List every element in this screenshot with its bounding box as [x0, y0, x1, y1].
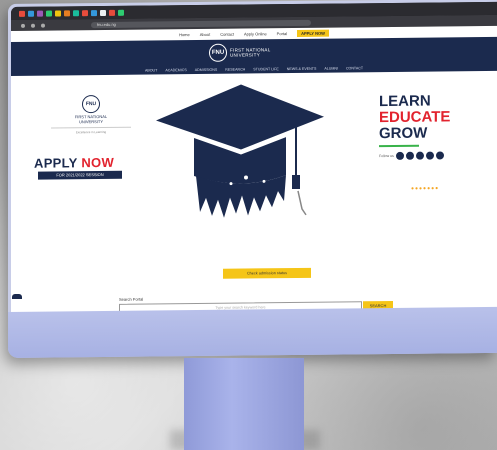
carousel-dots[interactable]: ●●●●●●●	[411, 185, 439, 191]
hero-logo-tagline: Excellence in Learning	[51, 126, 131, 135]
tab-favicon[interactable]	[64, 9, 70, 16]
header-logo[interactable]: FNU FIRST NATIONAL UNIVERSITY	[209, 43, 271, 62]
linkedin-icon[interactable]	[425, 151, 434, 160]
apply-word: APPLY	[34, 155, 78, 171]
apply-now-heading: APPLY NOW	[34, 155, 114, 171]
logo-name-line2: UNIVERSITY	[230, 52, 261, 58]
tab-favicon[interactable]	[82, 9, 88, 16]
nav-item[interactable]: NEWS & EVENTS	[287, 67, 317, 71]
graduation-cap-illustration	[156, 84, 324, 218]
hero-banner: FNU FIRST NATIONAL UNIVERSITY Excellence…	[11, 71, 497, 246]
admission-status-button[interactable]: Check admission status	[223, 267, 311, 279]
tab-favicon[interactable]	[100, 9, 106, 16]
facebook-icon[interactable]	[395, 151, 404, 160]
nav-item[interactable]: ABOUT	[145, 68, 157, 72]
monitor: fnu.edu.ng Home About Contact Apply Onli…	[8, 0, 497, 358]
topnav-link[interactable]: Portal	[277, 31, 287, 36]
logo-text: FIRST NATIONAL UNIVERSITY	[230, 47, 271, 57]
site-header: FNU FIRST NATIONAL UNIVERSITY ABOUT ACAD…	[11, 36, 497, 76]
url-field[interactable]: fnu.edu.ng	[91, 19, 311, 28]
nav-item[interactable]: CONTACT	[346, 66, 363, 70]
tab-favicon[interactable]	[109, 9, 115, 16]
youtube-icon[interactable]	[435, 151, 444, 160]
topnav-link[interactable]: Contact	[220, 32, 234, 37]
hero-left-logo: FNU FIRST NATIONAL UNIVERSITY Excellence…	[51, 95, 131, 135]
webpage: Home About Contact Apply Online Portal A…	[11, 25, 497, 314]
logo-mark: FNU	[209, 43, 227, 62]
nav-item[interactable]: RESEARCH	[225, 68, 245, 72]
webcam-icon	[12, 294, 22, 299]
topnav-link[interactable]: About	[200, 32, 210, 37]
hero-logo-name-line2: UNIVERSITY	[78, 118, 103, 124]
session-badge[interactable]: FOR 2021/2022 SESSION	[38, 170, 122, 180]
tab-favicon[interactable]	[73, 9, 79, 16]
apply-now-top-button[interactable]: APPLY NOW	[297, 29, 329, 37]
tab-favicon[interactable]	[37, 10, 43, 17]
tab-favicon[interactable]	[28, 10, 34, 17]
hero-logo-name: FIRST NATIONAL UNIVERSITY	[51, 114, 131, 125]
search-label: Search Portal	[119, 296, 144, 302]
cap-tassel	[292, 174, 300, 190]
instagram-icon[interactable]	[415, 151, 424, 160]
nav-item[interactable]: ALUMNI	[324, 67, 338, 71]
tab-favicon[interactable]	[55, 9, 61, 17]
tagline-block: LEARN EDUCATE GROW	[379, 93, 451, 143]
monitor-chin	[8, 306, 497, 358]
follow-label: Follow us	[379, 153, 394, 159]
hero-logo-mark: FNU	[82, 95, 100, 114]
monitor-stand	[184, 358, 304, 450]
tab-favicon[interactable]	[46, 10, 52, 17]
tagline-grow: GROW	[379, 124, 428, 143]
forward-icon[interactable]	[31, 23, 35, 28]
screen: fnu.edu.ng Home About Contact Apply Onli…	[11, 1, 497, 314]
cap-board	[156, 84, 324, 150]
tagline-educate: EDUCATE	[379, 108, 451, 127]
nav-item[interactable]: ADMISSIONS	[195, 68, 218, 72]
back-icon[interactable]	[21, 23, 25, 28]
now-word: NOW	[81, 154, 115, 171]
twitter-icon[interactable]	[405, 151, 414, 160]
social-links: Follow us	[379, 151, 444, 160]
nav-item[interactable]: STUDENT LIFE	[253, 67, 279, 71]
nav-item[interactable]: ACADEMICS	[165, 68, 186, 72]
tab-favicon[interactable]	[91, 9, 97, 16]
reload-icon[interactable]	[41, 23, 45, 28]
topnav-link[interactable]: Apply Online	[244, 31, 267, 36]
topnav-link[interactable]: Home	[179, 32, 190, 37]
tab-favicon[interactable]	[118, 9, 124, 16]
diploma-figure	[297, 190, 307, 216]
tab-favicon[interactable]	[19, 10, 25, 17]
accent-line	[379, 144, 419, 148]
